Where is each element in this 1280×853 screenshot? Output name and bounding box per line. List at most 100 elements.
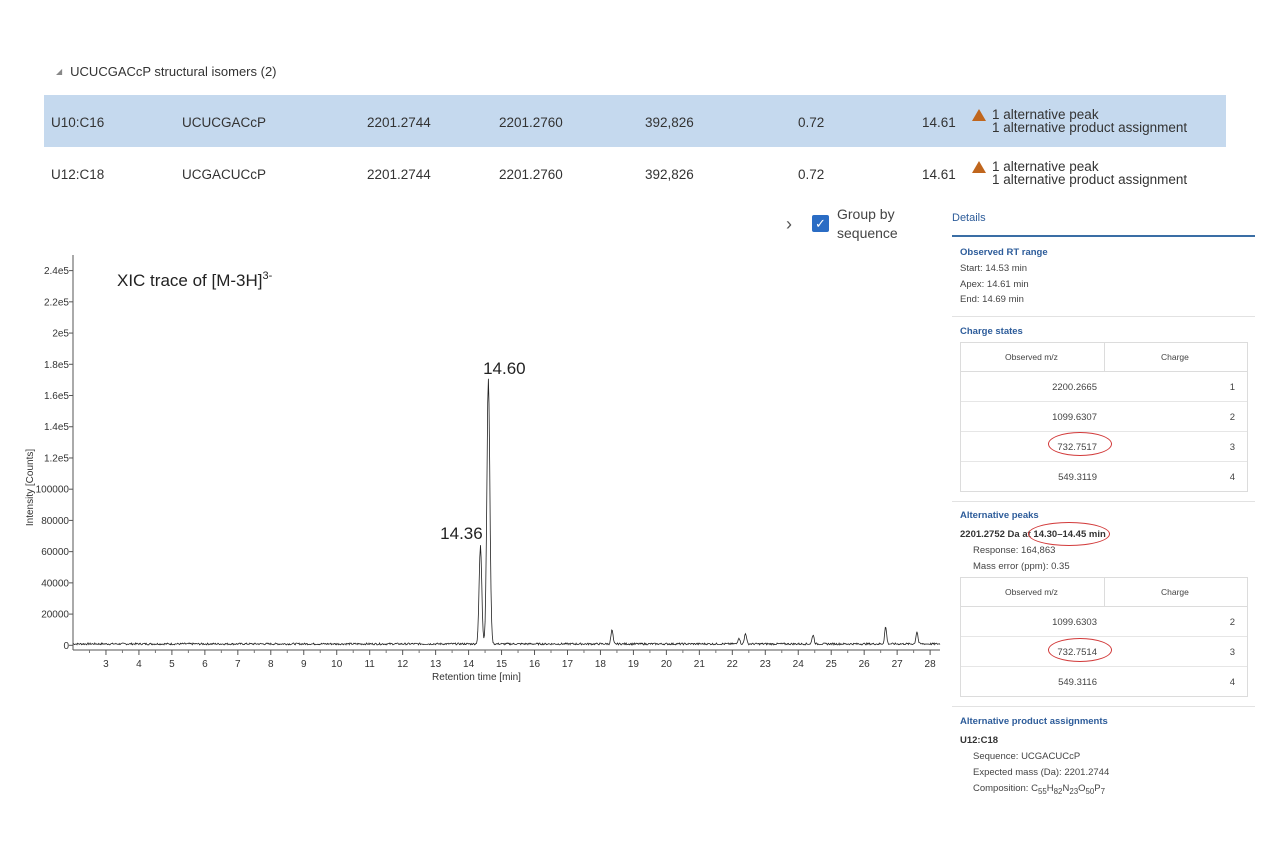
charge-value: 4 [1229, 677, 1235, 688]
x-tick-label: 24 [793, 659, 805, 670]
group-by-label[interactable]: Group by sequence [837, 205, 927, 243]
x-tick-label: 11 [364, 659, 375, 670]
alt-peak-error: Mass error (ppm): 0.35 [973, 561, 1070, 572]
alt-peak-response: Response: 164,863 [973, 545, 1056, 556]
table-row: 1099.6307 2 [961, 402, 1247, 432]
peak-label: 14.36 [440, 524, 483, 543]
element: C [1031, 783, 1038, 794]
cell-sequence: UCGACUCcP [182, 167, 267, 182]
x-tick-label: 6 [202, 659, 208, 670]
group-header[interactable]: ◢ UCUCGACcP structural isomers (2) [56, 64, 277, 79]
chart-title-superscript: 3- [262, 270, 272, 282]
divider [952, 316, 1255, 317]
x-tick-label: 26 [859, 659, 871, 670]
charge-value: 2 [1229, 412, 1235, 423]
composition-formula: C55H82N23O50P7 [1031, 783, 1106, 796]
table-row[interactable]: U10:C16 UCUCGACcP 2201.2744 2201.2760 39… [44, 95, 1226, 147]
collapse-triangle-icon[interactable]: ◢ [56, 67, 62, 76]
details-tab-underline [952, 235, 1255, 237]
y-axis-label: Intensity [Counts] [25, 449, 36, 526]
chart-title: XIC trace of [M-3H]3- [117, 270, 273, 290]
alt-product-name: U12:C18 [960, 735, 999, 746]
alt-product-composition: Composition: C55H82N23O50P7 [973, 783, 1105, 796]
table-header: Observed m/z Charge [961, 578, 1247, 607]
x-tick-label: 17 [562, 659, 574, 670]
xic-trace-line [72, 378, 941, 646]
alt-product-expected-mass: Expected mass (Da): 2201.2744 [973, 767, 1110, 778]
x-tick-label: 7 [235, 659, 241, 670]
element-count: 23 [1069, 786, 1079, 796]
cell-response: 392,826 [645, 167, 694, 182]
x-axis-label: Retention time [min] [432, 672, 521, 683]
table-row[interactable]: U12:C18 UCGACUCcP 2201.2744 2201.2760 39… [44, 147, 1226, 199]
col-charge: Charge [1161, 352, 1189, 362]
alt-peaks-table: Observed m/z Charge 1099.6303 2 732.7514 3… [960, 577, 1248, 697]
y-tick-label: 1.2e5 [44, 453, 69, 464]
x-tick-label: 28 [925, 659, 937, 670]
mz-value: 2200.2665 [1052, 382, 1097, 393]
x-tick-label: 3 [103, 659, 109, 670]
charge-value: 3 [1229, 442, 1235, 453]
mz-value: 549.3119 [1058, 472, 1097, 483]
x-tick-label: 9 [301, 659, 307, 670]
message-alt-product: 1 alternative product assignment [992, 120, 1188, 135]
cell-mass-error: 0.72 [798, 167, 825, 182]
warning-icon [972, 161, 986, 173]
cell-messages: 1 alternative peak 1 alternative product… [992, 108, 1188, 135]
cell-expected-mass: 2201.2744 [367, 167, 431, 182]
highlight-ellipse [1048, 432, 1112, 456]
cell-messages: 1 alternative peak 1 alternative product… [992, 160, 1188, 187]
cell-mass-error: 0.72 [798, 115, 825, 130]
rt-apex: Apex: 14.61 min [960, 279, 1029, 290]
cell-range: U10:C16 [51, 115, 105, 130]
cell-expected-mass: 2201.2744 [367, 115, 431, 130]
x-tick-label: 8 [268, 659, 274, 670]
charge-value: 3 [1229, 647, 1235, 658]
mz-value: 549.3116 [1058, 677, 1097, 688]
alt-products-title: Alternative product assignments [960, 716, 1108, 727]
mz-value: 1099.6307 [1052, 412, 1097, 423]
y-tick-label: 1.4e5 [44, 422, 69, 433]
x-tick-label: 4 [136, 659, 142, 670]
element-count: 7 [1100, 786, 1106, 796]
mz-value: 1099.6303 [1052, 617, 1097, 628]
chevron-right-icon[interactable]: › [786, 214, 792, 235]
alt-product-sequence: Sequence: UCGACUCcP [973, 751, 1081, 762]
alt-peaks-title: Alternative peaks [960, 510, 1039, 521]
element: O [1078, 783, 1086, 794]
xic-chart: 0 20000 40000 60000 80000 100000 1.2e5 1.4e5 1.6… [25, 255, 941, 683]
x-tick-label: 16 [529, 659, 541, 670]
rt-range-title: Observed RT range [960, 247, 1048, 258]
charge-value: 4 [1229, 472, 1235, 483]
message-alt-product: 1 alternative product assignment [992, 172, 1188, 187]
y-tick-label: 60000 [41, 547, 69, 558]
y-tick-label: 20000 [41, 610, 69, 621]
highlight-ellipse [1048, 638, 1112, 662]
x-tick-label: 23 [760, 659, 772, 670]
x-tick-label: 13 [430, 659, 442, 670]
table-row: 549.3116 4 [961, 667, 1247, 696]
x-tick-label: 12 [397, 659, 409, 670]
x-tick-label: 27 [892, 659, 904, 670]
y-tick-label: 0 [63, 641, 69, 652]
group-by-checkbox[interactable]: ✓ [812, 215, 829, 232]
peak-label: 14.60 [483, 359, 526, 378]
y-tick-label: 100000 [36, 485, 70, 496]
table-header: Observed m/z Charge [961, 343, 1247, 372]
y-tick-label: 2.2e5 [44, 297, 69, 308]
col-charge: Charge [1161, 587, 1189, 597]
element: H [1046, 783, 1054, 794]
warning-icon [972, 109, 986, 121]
x-tick-label: 5 [169, 659, 175, 670]
cell-observed-mass: 2201.2760 [499, 115, 563, 130]
details-tab[interactable]: Details [952, 212, 986, 224]
cell-response: 392,826 [645, 115, 694, 130]
x-tick-label: 10 [331, 659, 343, 670]
y-tick-label: 1.8e5 [44, 360, 69, 371]
element-count: 55 [1037, 786, 1047, 796]
x-tick-label: 21 [694, 659, 706, 670]
y-tick-label: 2e5 [52, 329, 69, 340]
x-tick-label: 18 [595, 659, 607, 670]
y-tick-label: 2.4e5 [44, 266, 69, 277]
cell-rt: 14.61 [922, 115, 956, 130]
